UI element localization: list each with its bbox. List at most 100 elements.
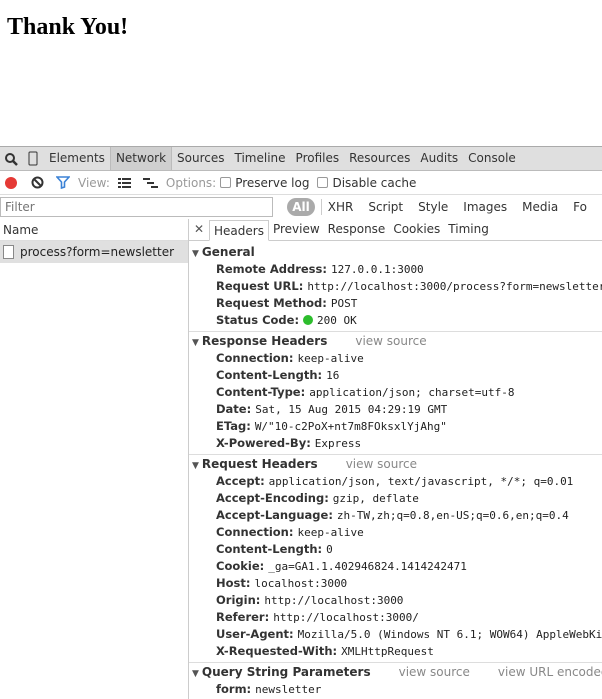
view-label: View: xyxy=(78,175,110,190)
header-value: zh-TW,zh;q=0.8,en-US;q=0.6,en;q=0.4 xyxy=(336,509,569,522)
header-key: Status Code: xyxy=(216,313,300,327)
section-general: ▼ General Remote Address: 127.0.0.1:3000 Req… xyxy=(189,243,602,332)
filter-type-xhr[interactable]: XHR xyxy=(328,200,354,214)
header-row: X-Powered-By: Express xyxy=(189,435,602,452)
header-row: Connection: keep-alive xyxy=(189,350,602,367)
detail-tab-preview[interactable]: Preview xyxy=(269,219,324,240)
preserve-log-checkbox[interactable]: Preserve log xyxy=(220,176,309,190)
device-mode-icon[interactable] xyxy=(22,148,44,170)
tab-profiles[interactable]: Profiles xyxy=(291,147,345,170)
header-row: User-Agent: Mozilla/5.0 (Windows NT 6.1; … xyxy=(189,626,602,643)
inspect-search-icon[interactable] xyxy=(0,148,22,170)
filter-bar: All XHR Script Style Images Media Fo xyxy=(0,195,602,219)
header-row: Status Code: 200 OK xyxy=(189,312,602,329)
record-button[interactable] xyxy=(0,172,22,194)
page-heading: Thank You! xyxy=(7,14,129,40)
header-row: Accept: application/json, text/javascript… xyxy=(189,473,602,490)
header-value: Mozilla/5.0 (Windows NT 6.1; WOW64) Appl… xyxy=(297,628,602,641)
tab-audits[interactable]: Audits xyxy=(415,147,463,170)
request-row[interactable]: process?form=newsletter xyxy=(0,241,188,263)
section-title: Response Headers xyxy=(201,334,328,348)
filter-type-script[interactable]: Script xyxy=(368,200,403,214)
disable-cache-checkbox[interactable]: Disable cache xyxy=(317,176,416,190)
devtools-tabbar: Elements Network Sources Timeline Profiles Re… xyxy=(0,147,602,171)
header-value: POST xyxy=(330,297,358,310)
view-source-link[interactable]: view source xyxy=(399,665,470,679)
header-row: Accept-Encoding: gzip, deflate xyxy=(189,490,602,507)
header-key: Date: xyxy=(216,402,252,416)
header-value: Express xyxy=(314,437,362,450)
header-value: application/json; charset=utf-8 xyxy=(309,386,515,399)
header-value: newsletter xyxy=(255,683,322,696)
header-value: http://localhost:3000 xyxy=(264,594,404,607)
header-value: http://localhost:3000/ xyxy=(273,611,419,624)
options-label: Options: xyxy=(165,175,217,190)
tab-elements[interactable]: Elements xyxy=(44,147,110,170)
section-header[interactable]: ▼ General xyxy=(189,243,602,261)
tab-network[interactable]: Network xyxy=(109,147,173,170)
section-header[interactable]: ▼ Query String Parameters view source view … xyxy=(189,663,602,681)
header-key: Remote Address: xyxy=(216,262,327,276)
clear-button[interactable] xyxy=(26,172,48,194)
tab-resources[interactable]: Resources xyxy=(344,147,415,170)
large-rows-button[interactable] xyxy=(114,172,136,194)
header-key: Host: xyxy=(216,576,251,590)
header-key: X-Requested-With: xyxy=(216,644,338,658)
header-value: _ga=GA1.1.402946824.1414242471 xyxy=(268,560,467,573)
header-key: Referer: xyxy=(216,610,270,624)
triangle-down-icon: ▼ xyxy=(192,249,199,259)
header-value: keep-alive xyxy=(297,352,364,365)
filter-type-fo[interactable]: Fo xyxy=(573,200,587,214)
triangle-down-icon: ▼ xyxy=(192,669,199,679)
detail-tab-headers[interactable]: Headers xyxy=(209,220,269,241)
filter-type-style[interactable]: Style xyxy=(418,200,448,214)
section-title: Request Headers xyxy=(201,457,318,471)
header-row: Host: localhost:3000 xyxy=(189,575,602,592)
header-key: ETag: xyxy=(216,419,251,433)
tab-console[interactable]: Console xyxy=(463,147,521,170)
header-row: ETag: W/"10-c2PoX+nt7m8FOksxlYjAhg" xyxy=(189,418,602,435)
network-toolbar: View: Options: Preserve log Disable cach… xyxy=(0,171,602,195)
tab-timeline[interactable]: Timeline xyxy=(230,147,291,170)
header-value: 127.0.0.1:3000 xyxy=(330,263,424,276)
filter-type-media[interactable]: Media xyxy=(522,200,558,214)
tab-sources[interactable]: Sources xyxy=(172,147,229,170)
header-value: 16 xyxy=(326,369,340,382)
header-row: Accept-Language: zh-TW,zh;q=0.8,en-US;q=0… xyxy=(189,507,602,524)
header-row: Date: Sat, 15 Aug 2015 04:29:19 GMT xyxy=(189,401,602,418)
header-row: Request Method: POST xyxy=(189,295,602,312)
overview-button[interactable] xyxy=(140,172,162,194)
header-row: Content-Type: application/json; charset=u… xyxy=(189,384,602,401)
filter-type-all[interactable]: All xyxy=(287,198,315,216)
detail-tab-timing[interactable]: Timing xyxy=(444,219,493,240)
header-row: X-Requested-With: XMLHttpRequest xyxy=(189,643,602,660)
view-source-link[interactable]: view source xyxy=(355,334,426,348)
filter-icon xyxy=(56,176,70,189)
header-key: Origin: xyxy=(216,593,261,607)
divider xyxy=(320,199,322,215)
record-icon xyxy=(5,176,17,189)
filter-input[interactable] xyxy=(0,197,274,217)
view-source-link[interactable]: view URL encoded xyxy=(498,665,602,679)
filter-type-images[interactable]: Images xyxy=(463,200,507,214)
header-key: Connection: xyxy=(216,525,294,539)
section-request-headers: ▼ Request Headers view source Accept: applic… xyxy=(189,455,602,663)
section-header[interactable]: ▼ Request Headers view source xyxy=(189,455,602,473)
header-value: XMLHttpRequest xyxy=(341,645,434,658)
name-column-header[interactable]: Name xyxy=(0,219,188,241)
detail-tab-cookies[interactable]: Cookies xyxy=(389,219,444,240)
triangle-down-icon: ▼ xyxy=(192,338,199,348)
header-row: Content-Length: 16 xyxy=(189,367,602,384)
header-key: Content-Type: xyxy=(216,385,306,399)
detail-tab-response[interactable]: Response xyxy=(324,219,390,240)
filter-toggle-button[interactable] xyxy=(52,172,74,194)
section-header[interactable]: ▼ Response Headers view source xyxy=(189,332,602,350)
header-key: Accept: xyxy=(216,474,265,488)
header-key: Accept-Language: xyxy=(216,508,333,522)
header-key: Cookie: xyxy=(216,559,265,573)
devtools-panel: Elements Network Sources Timeline Profiles Re… xyxy=(0,146,602,699)
view-source-link[interactable]: view source xyxy=(346,457,417,471)
header-row: Request URL: http://localhost:3000/proces… xyxy=(189,278,602,295)
header-value: 0 xyxy=(326,543,333,556)
close-details-button[interactable]: ✕ xyxy=(189,219,209,240)
